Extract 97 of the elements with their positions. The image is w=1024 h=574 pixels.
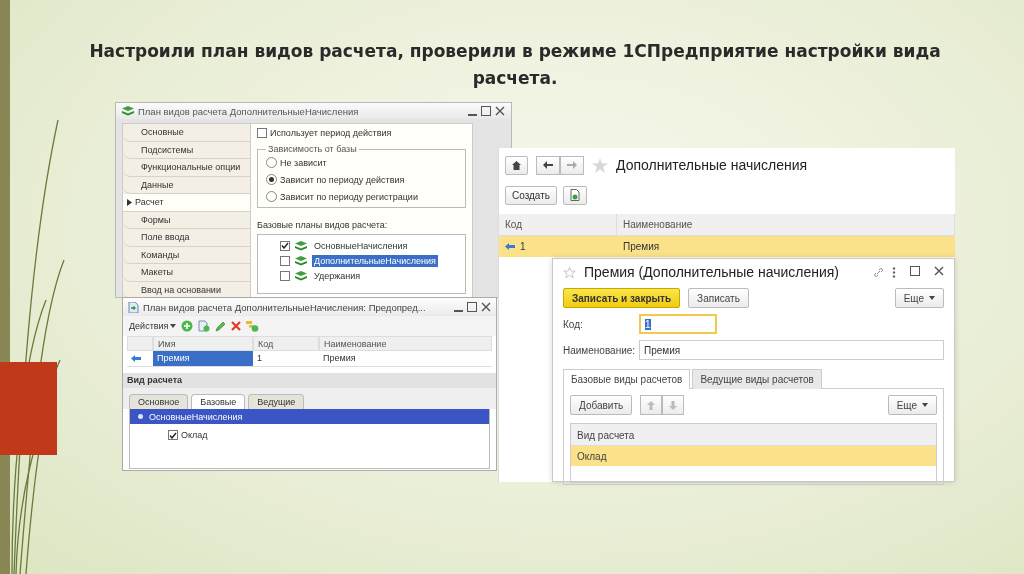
star-icon[interactable] [592, 157, 608, 173]
up-arrow-icon [647, 400, 656, 410]
checkbox[interactable] [280, 270, 290, 281]
table-cell[interactable]: Премия [319, 351, 492, 367]
caret-icon [922, 403, 928, 407]
tree-item-label: ОсновныеНачисления [149, 411, 243, 422]
document-icon [570, 189, 580, 201]
slide-title: Настроили план видов расчета, проверили в режиме 1СПредприятие настройки вида расчета. [88, 40, 942, 90]
arrow-icon [505, 243, 515, 250]
list-label: Базовые планы видов расчета: [257, 220, 389, 230]
list-item[interactable]: ДополнительныеНачисления [312, 254, 438, 267]
window-title: План видов расчета ДополнительныеНачисления: Предопред... [143, 301, 427, 313]
table-row[interactable]: 1 Премия [499, 236, 955, 257]
radio-label: Не зависит [280, 157, 327, 168]
maximize-icon[interactable] [910, 266, 920, 276]
tree-row[interactable]: ОсновныеНачисления [130, 409, 489, 424]
layers-icon [295, 255, 307, 266]
input-field[interactable]: Премия [639, 340, 944, 360]
back-button[interactable] [536, 155, 560, 175]
section-header: Вид расчета [123, 373, 496, 388]
pencil-icon[interactable] [215, 320, 227, 332]
tab[interactable]: Базовые виды расчетов [563, 369, 691, 389]
radio-button[interactable] [266, 174, 277, 185]
table-cell: Оклад [577, 450, 607, 462]
checkbox[interactable] [280, 240, 290, 251]
delete-icon[interactable] [231, 321, 242, 331]
column-header: Код [253, 336, 319, 351]
more-icon[interactable] [892, 266, 896, 278]
pointer-icon [127, 198, 132, 206]
radio-label: Зависит по периоду действия [280, 174, 405, 185]
checkbox[interactable] [280, 255, 290, 266]
bullet-icon [138, 414, 143, 419]
column-header: Имя [153, 336, 253, 351]
radio-button[interactable] [266, 157, 277, 168]
field-label: Наименование: [563, 344, 637, 356]
section-tab[interactable]: Поле ввода [123, 229, 250, 247]
home-icon [512, 160, 521, 170]
tab[interactable]: Базовые [191, 394, 246, 409]
maximize-icon[interactable] [467, 302, 477, 312]
section-tab[interactable]: Макеты [123, 264, 250, 282]
more-button[interactable]: Еще [887, 395, 937, 415]
close-icon[interactable] [934, 266, 944, 276]
section-tab[interactable]: Основные [123, 124, 250, 142]
list-item[interactable]: ОсновныеНачисления [312, 239, 410, 252]
list-item[interactable]: Удержания [312, 269, 363, 282]
table-cell[interactable]: 1 [253, 351, 319, 367]
down-arrow-icon [669, 400, 678, 410]
layers-icon [122, 106, 134, 116]
document-icon [128, 301, 139, 313]
input-field[interactable]: 1 [639, 314, 717, 334]
create-button[interactable]: Создать [505, 185, 557, 205]
close-icon[interactable] [481, 302, 491, 312]
save-button[interactable]: Записать [688, 288, 749, 308]
window-title: План видов расчета ДополнительныеНачисления [138, 105, 360, 117]
table-cell: 1 [520, 241, 526, 252]
section-tab[interactable]: Функциональные опции [123, 159, 250, 177]
save-new-button[interactable] [563, 185, 587, 205]
add-button[interactable]: Добавить [570, 395, 633, 415]
copy-icon[interactable] [198, 320, 211, 332]
maximize-icon[interactable] [481, 106, 491, 116]
layers-icon [295, 240, 307, 251]
checkbox[interactable] [168, 430, 178, 440]
tab[interactable]: Ведущие виды расчетов [692, 369, 822, 389]
tab[interactable]: Ведущие [248, 394, 305, 409]
right-arrow-icon [567, 161, 577, 169]
column-header: Код [499, 214, 617, 236]
dialog-title: Премия (Дополнительные начисления) [584, 264, 840, 280]
field-label: Код: [563, 318, 584, 330]
star-icon[interactable] [563, 265, 576, 279]
home-button[interactable] [505, 155, 528, 175]
column-header: Наименование [617, 214, 955, 236]
more-button[interactable]: Еще [894, 288, 944, 308]
checkbox-label: Использует период действия [270, 128, 392, 138]
window-title: Дополнительные начисления [616, 157, 808, 173]
group-add-icon[interactable] [246, 320, 260, 332]
table-cell[interactable]: Премия [153, 351, 253, 367]
table-row[interactable]: Оклад [571, 446, 936, 466]
column-header: Наименование [319, 336, 492, 351]
table-cell: Премия [623, 241, 660, 252]
close-icon[interactable] [495, 106, 505, 116]
caret-icon [929, 296, 935, 300]
left-arrow-icon [543, 161, 553, 169]
tab[interactable]: Основное [129, 394, 189, 409]
actions-menu[interactable]: Действия [129, 321, 177, 331]
checkbox[interactable] [257, 128, 267, 138]
column-header: Вид расчета [571, 424, 936, 446]
caret-icon [170, 324, 177, 328]
group-title: Зависимость от базы [267, 144, 358, 154]
arrow-icon [131, 355, 141, 362]
section-tab[interactable]: Расчет [123, 194, 250, 212]
add-icon[interactable] [181, 320, 194, 332]
link-icon[interactable] [873, 266, 884, 278]
radio-button[interactable] [266, 191, 277, 202]
save-close-button[interactable]: Записать и закрыть [563, 288, 681, 308]
tree-item-label: Оклад [181, 430, 208, 440]
layers-icon [295, 270, 307, 281]
radio-label: Зависит по периоду регистрации [280, 191, 418, 202]
